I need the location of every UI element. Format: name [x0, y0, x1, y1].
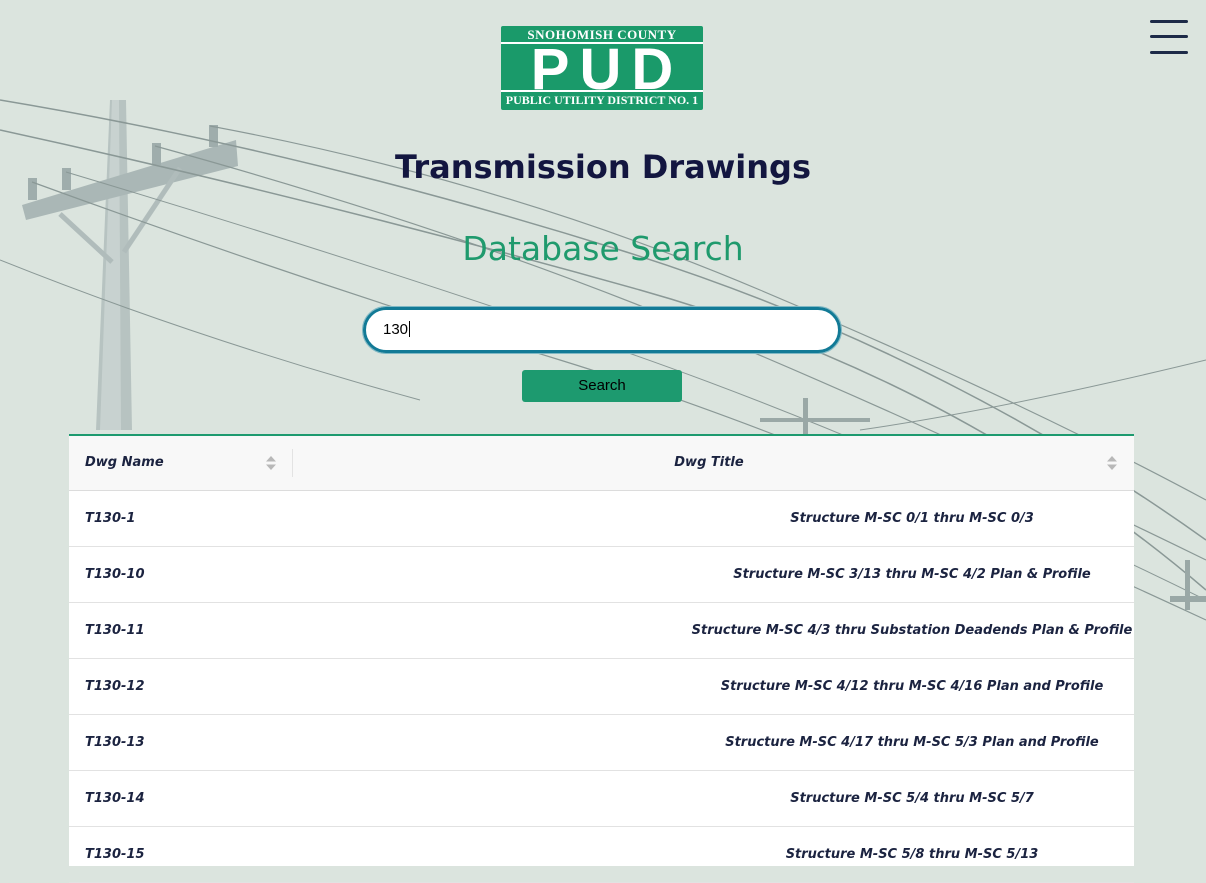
table-row[interactable]: T130-13 Structure M-SC 4/17 thru M-SC 5/… — [69, 715, 1134, 771]
dwg-name-cell[interactable]: T130-10 — [85, 547, 145, 602]
table-header: Dwg Name Dwg Title — [69, 436, 1134, 491]
hamburger-menu-icon[interactable] — [1148, 18, 1190, 56]
search-button[interactable]: Search — [522, 370, 682, 402]
dwg-title-cell[interactable]: Structure M-SC 5/8 thru M-SC 5/13 — [309, 827, 1206, 882]
dwg-title-cell[interactable]: Structure M-SC 4/3 thru Substation Deade… — [309, 603, 1206, 658]
dwg-name-cell[interactable]: T130-13 — [85, 715, 145, 770]
dwg-title-cell[interactable]: Structure M-SC 5/4 thru M-SC 5/7 — [309, 771, 1206, 826]
logo-bottom-text: PUBLIC UTILITY DISTRICT NO. 1 — [505, 93, 699, 107]
dwg-title-cell[interactable]: Structure M-SC 0/1 thru M-SC 0/3 — [309, 491, 1206, 546]
column-divider — [292, 449, 293, 477]
text-caret — [409, 321, 411, 337]
table-row[interactable]: T130-12 Structure M-SC 4/12 thru M-SC 4/… — [69, 659, 1134, 715]
page-title: Transmission Drawings — [395, 148, 811, 186]
column-header-dwg-name[interactable]: Dwg Name — [85, 436, 277, 490]
pud-logo[interactable]: SNOHOMISH COUNTY PUD PUBLIC UTILITY DIST… — [501, 26, 703, 110]
search-input[interactable]: 130 — [362, 306, 842, 354]
dwg-title-cell[interactable]: Structure M-SC 4/12 thru M-SC 4/16 Plan … — [309, 659, 1206, 714]
logo-main-text: PUD — [501, 41, 703, 99]
column-header-label: Dwg Title — [674, 455, 744, 470]
search-input-value: 130 — [383, 321, 409, 338]
table-row[interactable]: T130-10 Structure M-SC 3/13 thru M-SC 4/… — [69, 547, 1134, 603]
dwg-name-cell[interactable]: T130-15 — [85, 827, 145, 882]
dwg-name-cell[interactable]: T130-1 — [85, 491, 135, 546]
table-row[interactable]: T130-14 Structure M-SC 5/4 thru M-SC 5/7 — [69, 771, 1134, 827]
column-header-label: Dwg Name — [85, 455, 164, 470]
dwg-title-cell[interactable]: Structure M-SC 3/13 thru M-SC 4/2 Plan &… — [309, 547, 1206, 602]
dwg-name-cell[interactable]: T130-12 — [85, 659, 145, 714]
page-subtitle: Database Search — [462, 229, 744, 268]
drawings-table: Dwg Name Dwg Title T130-1 Structure M-SC… — [69, 434, 1134, 883]
dwg-name-cell[interactable]: T130-11 — [85, 603, 145, 658]
sort-arrows-icon[interactable] — [266, 456, 276, 470]
table-row[interactable]: T130-15 Structure M-SC 5/8 thru M-SC 5/1… — [69, 827, 1134, 883]
column-header-dwg-title[interactable]: Dwg Title — [309, 436, 1109, 490]
table-row[interactable]: T130-1 Structure M-SC 0/1 thru M-SC 0/3 — [69, 491, 1134, 547]
table-row[interactable]: T130-11 Structure M-SC 4/3 thru Substati… — [69, 603, 1134, 659]
dwg-name-cell[interactable]: T130-14 — [85, 771, 145, 826]
dwg-title-cell[interactable]: Structure M-SC 4/17 thru M-SC 5/3 Plan a… — [309, 715, 1206, 770]
